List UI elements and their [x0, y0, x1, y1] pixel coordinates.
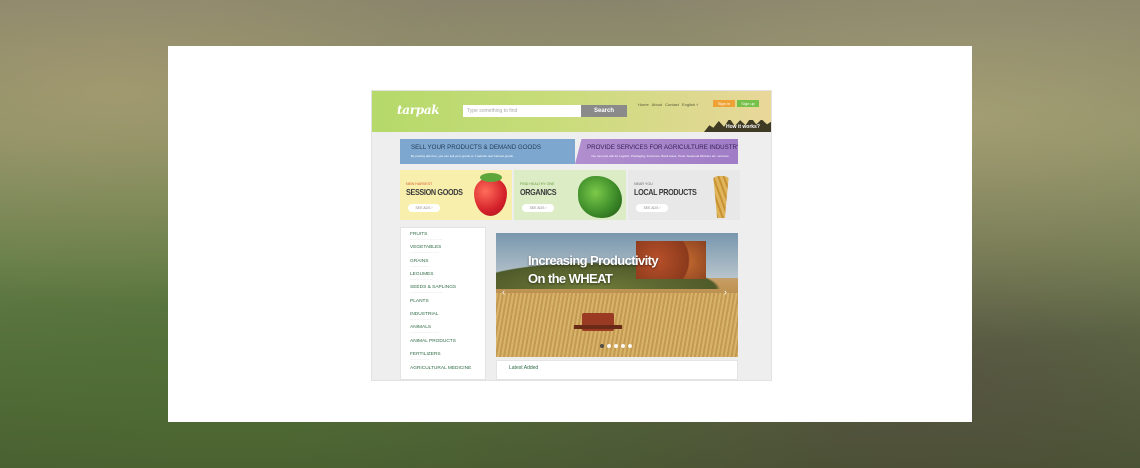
category-fertilizers[interactable]: FERTILIZERS — [410, 352, 441, 357]
promo-cards: NEW HARVEST SESSION GOODS SEE ADS › FIND… — [400, 170, 740, 220]
category-animals[interactable]: ANIMALS — [410, 325, 431, 330]
category-animal-products[interactable]: ANIMAL PRODUCTS — [410, 339, 456, 344]
category-grains[interactable]: GRAINS — [410, 259, 428, 264]
search-button[interactable]: Search — [581, 105, 627, 117]
provide-services-banner[interactable]: PROVIDE SERVICES FOR AGRICULTURE INDUSTR… — [575, 139, 738, 164]
greens-image — [578, 176, 622, 218]
category-legumes[interactable]: LEGUMES — [410, 272, 433, 277]
category-subtext: — — — — — — — — — — — [410, 238, 443, 241]
category-fruits[interactable]: FRUITS — [410, 232, 427, 237]
banner-text: You can post ads for Logistic, Packaging… — [591, 154, 730, 158]
sign-up-button[interactable]: Sign up — [737, 100, 759, 107]
slider-dots — [600, 344, 632, 348]
latest-added-title: Latest Added — [509, 365, 539, 371]
category-sidebar: FRUITS — — — — — — — — — — VEGETABLES — … — [400, 227, 486, 380]
category-plants[interactable]: PLANTS — [410, 299, 429, 304]
next-slide-icon[interactable]: › — [724, 287, 727, 297]
website-screenshot: tarpak Type something to find Search Hom… — [371, 90, 772, 381]
prev-slide-icon[interactable]: ‹ — [502, 287, 505, 297]
slide-dot[interactable] — [628, 344, 632, 348]
banner-text: By posting ads free, you can sell your g… — [411, 154, 514, 158]
sign-in-button[interactable]: Sign in — [713, 100, 735, 107]
slide-dot[interactable] — [600, 344, 604, 348]
combine-harvester — [574, 313, 622, 331]
card-eyebrow: NEW HARVEST — [406, 182, 433, 186]
card-eyebrow: NEAR YOU — [634, 182, 653, 186]
sell-products-banner[interactable]: SELL YOUR PRODUCTS & DEMAND GOODS By pos… — [400, 139, 575, 164]
banner-title: SELL YOUR PRODUCTS & DEMAND GOODS — [411, 144, 541, 151]
how-it-works-link[interactable]: How it works? — [726, 124, 760, 130]
category-subtext: — — — — — — — — [410, 318, 433, 321]
nav-language[interactable]: English ˅ — [682, 102, 699, 107]
nav-about[interactable]: About — [652, 102, 662, 107]
hero-headline: Increasing Productivity — [528, 253, 659, 268]
banner-title: PROVIDE SERVICES FOR AGRICULTURE INDUSTR… — [587, 144, 742, 151]
card-title: SESSION GOODS — [406, 187, 463, 197]
category-agricultural-medicine[interactable]: AGRICULTURAL MEDICINE — [410, 366, 471, 371]
category-industrial[interactable]: INDUSTRIAL — [410, 312, 439, 317]
promo-card-session-goods[interactable]: NEW HARVEST SESSION GOODS SEE ADS › — [400, 170, 512, 220]
site-logo[interactable]: tarpak — [397, 103, 440, 117]
category-seeds-saplings[interactable]: SEEDS & SAPLINGS — [410, 285, 456, 290]
promo-card-organics[interactable]: FIND HEALTHY ONE ORGANICS SEE ADS › — [514, 170, 626, 220]
nav-contact[interactable]: Contact — [665, 102, 679, 107]
slide-dot[interactable] — [621, 344, 625, 348]
slide-dot[interactable] — [607, 344, 611, 348]
category-subtext: — — — — — — — — — — — [410, 291, 443, 294]
see-ads-button[interactable]: SEE ADS › — [636, 204, 668, 212]
site-header: tarpak Type something to find Search Hom… — [372, 91, 771, 132]
category-subtext: — — — — — — — — [410, 278, 433, 281]
card-title: ORGANICS — [520, 187, 557, 197]
card-eyebrow: FIND HEALTHY ONE — [520, 182, 555, 186]
category-subtext: — — — — — — — — — — [410, 251, 440, 254]
hero-subheadline: On the WHEAT — [528, 271, 613, 286]
latest-added-section: Latest Added — [496, 360, 738, 380]
category-subtext: — — — — — — — [410, 358, 430, 361]
strawberry-image — [474, 173, 507, 216]
promo-card-local-products[interactable]: NEAR YOU LOCAL PRODUCTS SEE ADS › — [628, 170, 740, 220]
category-subtext: — — — — — — — — — — [410, 331, 440, 334]
category-subtext: — — — — — — — [410, 265, 430, 268]
see-ads-button[interactable]: SEE ADS › — [408, 204, 440, 212]
nav-home[interactable]: Home — [638, 102, 649, 107]
wheat-image — [713, 176, 729, 218]
see-ads-button[interactable]: SEE ADS › — [522, 204, 554, 212]
top-nav: Home About Contact English ˅ — [638, 102, 699, 107]
slide-dot[interactable] — [614, 344, 618, 348]
card-title: LOCAL PRODUCTS — [634, 187, 697, 197]
hero-slider[interactable]: Increasing Productivity On the WHEAT ‹ › — [496, 233, 738, 357]
lightbox-modal: tarpak Type something to find Search Hom… — [168, 46, 972, 422]
search-input[interactable]: Type something to find — [463, 105, 581, 117]
category-vegetables[interactable]: VEGETABLES — [410, 245, 441, 250]
